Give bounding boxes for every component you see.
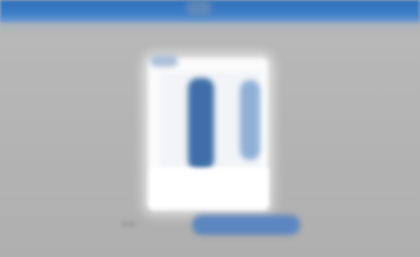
app-logo-icon: [186, 0, 212, 16]
app-screen: [0, 0, 420, 257]
title-bar-shadow: [0, 18, 420, 32]
column-bar-light: [240, 80, 260, 160]
status-mark: [122, 222, 136, 226]
column-bar-dark: [188, 78, 214, 170]
panel-footer: [150, 168, 268, 208]
primary-action-button[interactable]: [192, 215, 300, 235]
panel-tab[interactable]: [150, 55, 178, 67]
